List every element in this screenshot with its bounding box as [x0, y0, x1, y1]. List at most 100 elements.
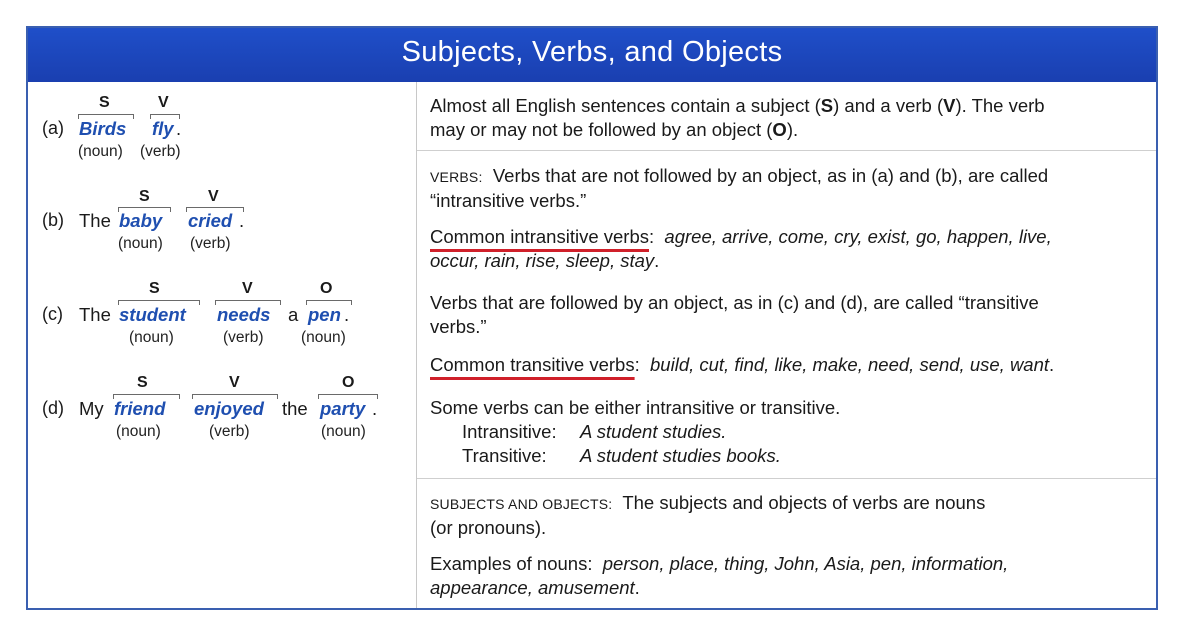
intransitive-example-label: Intransitive:	[462, 421, 557, 442]
subject-symbol: S	[820, 95, 834, 116]
column-divider	[416, 82, 417, 608]
verb-word: fly	[152, 118, 174, 139]
determiner: The	[79, 210, 111, 231]
transitive-label: Common transitive verbs	[430, 354, 635, 375]
chart-title: Subjects, Verbs, and Objects	[401, 36, 783, 68]
verb-word: enjoyed	[194, 398, 264, 419]
subject-tag: S	[149, 280, 160, 297]
subject-word: friend	[114, 398, 166, 419]
intro-part: ).	[786, 119, 799, 140]
either-section: Some verbs can be either intransitive or…	[430, 396, 1150, 468]
intransitive-line-1: Common intransitive verbs: agree, arrive…	[430, 225, 1150, 249]
verbs-line-1: VERBS: Verbs that are not followed by an…	[430, 164, 1150, 189]
subject-word: baby	[119, 210, 163, 231]
verb-word: needs	[217, 304, 271, 325]
transitive-example-row: Transitive: A student studies books.	[430, 444, 1150, 468]
transitive-text-2: verbs.”	[430, 316, 487, 337]
chart-header: Subjects, Verbs, and Objects	[28, 28, 1156, 82]
colon: :	[634, 354, 640, 375]
intransitive-line-2: occur, rain, rise, sleep, stay.	[430, 249, 1150, 273]
so-text-2: (or pronouns).	[430, 517, 547, 538]
period: .	[634, 577, 640, 598]
noun-label: (noun)	[116, 423, 161, 440]
intro-part: may or may not be followed by an object …	[430, 119, 773, 140]
so-heading: SUBJECTS AND OBJECTS:	[430, 496, 613, 512]
section-divider-2	[417, 478, 1156, 479]
intro-part: Almost all English sentences contain a s…	[430, 95, 821, 116]
intro-part: ) and a verb (	[833, 95, 944, 116]
transitive-verbs: build, cut, find, like, make, need, send…	[650, 354, 1050, 375]
either-text: Some verbs can be either intransitive or…	[430, 397, 841, 418]
noun-label: (noun)	[129, 329, 174, 346]
verb-symbol: V	[943, 95, 956, 116]
transitive-example-label: Transitive:	[462, 445, 547, 466]
example-label: (d)	[42, 398, 64, 418]
intro-line-2: may or may not be followed by an object …	[430, 118, 1150, 142]
verb-label: (verb)	[209, 423, 250, 440]
determiner: My	[79, 398, 104, 419]
transitive-text-1: Verbs that are followed by an object, as…	[430, 292, 1039, 313]
verbs-text-2: “intransitive verbs.”	[430, 190, 587, 211]
verb-tag: V	[158, 94, 169, 111]
sentence-end: .	[344, 304, 350, 325]
verb-label: (verb)	[190, 235, 231, 252]
verbs-section: VERBS: Verbs that are not followed by an…	[430, 164, 1150, 213]
period: .	[1049, 354, 1055, 375]
verb-tag: V	[229, 374, 240, 391]
intransitive-example: A student studies.	[580, 421, 727, 442]
intransitive-verbs-cont: occur, rain, rise, sleep, stay	[430, 250, 655, 271]
transitive-line: Common transitive verbs: build, cut, fin…	[430, 353, 1150, 377]
object-noun-label: (noun)	[301, 329, 346, 346]
subject-word: Birds	[79, 118, 127, 139]
object-word: pen	[308, 304, 341, 325]
article: a	[288, 304, 299, 325]
verb-tag: V	[208, 188, 219, 205]
nouns-list: person, place, thing, John, Asia, pen, i…	[602, 553, 1009, 574]
subject-word: student	[119, 304, 186, 325]
verbs-text: Verbs that are not followed by an object…	[492, 165, 1049, 186]
transitive-example: A student studies books.	[580, 445, 781, 466]
colon: :	[649, 226, 655, 247]
example-label: (c)	[42, 304, 63, 324]
intransitive-list: Common intransitive verbs: agree, arrive…	[430, 225, 1150, 273]
example-label: (a)	[42, 118, 64, 138]
subject-tag: S	[99, 94, 110, 111]
noun-label: (noun)	[118, 235, 163, 252]
example-label: (b)	[42, 210, 64, 230]
object-tag: O	[342, 374, 355, 391]
sentence-end: .	[239, 210, 245, 231]
intransitive-verbs: agree, arrive, come, cry, exist, go, hap…	[664, 226, 1052, 247]
grammar-chart: Subjects, Verbs, and Objects (a) S V Bir…	[26, 26, 1158, 610]
verb-label: (verb)	[223, 329, 264, 346]
subjects-objects-section: SUBJECTS AND OBJECTS: The subjects and o…	[430, 491, 1150, 540]
nouns-label: Examples of nouns:	[430, 553, 593, 574]
subject-tag: S	[139, 188, 150, 205]
transitive-intro: Verbs that are followed by an object, as…	[430, 291, 1150, 339]
object-symbol: O	[772, 119, 787, 140]
intro-line-1: Almost all English sentences contain a s…	[430, 94, 1150, 118]
object-noun-label: (noun)	[321, 423, 366, 440]
subject-tag: S	[137, 374, 148, 391]
noun-label: (noun)	[78, 143, 123, 160]
sentence-end: .	[176, 118, 182, 139]
section-divider-1	[417, 150, 1156, 151]
intransitive-label: Common intransitive verbs	[430, 226, 649, 247]
object-word: party	[320, 398, 366, 419]
verb-tag: V	[242, 280, 253, 297]
transitive-list: Common transitive verbs: build, cut, fin…	[430, 353, 1150, 377]
verbs-heading: VERBS:	[430, 169, 483, 185]
determiner: The	[79, 304, 111, 325]
intro-part: ). The verb	[955, 95, 1045, 116]
intro-text: Almost all English sentences contain a s…	[430, 94, 1150, 142]
verb-word: cried	[188, 210, 233, 231]
sentence-end: .	[372, 398, 378, 419]
period: .	[654, 250, 660, 271]
nouns-line-2: appearance, amusement.	[430, 576, 1150, 600]
nouns-line-1: Examples of nouns: person, place, thing,…	[430, 552, 1150, 576]
verb-label: (verb)	[140, 143, 181, 160]
so-line-1: SUBJECTS AND OBJECTS: The subjects and o…	[430, 491, 1150, 516]
so-text: The subjects and objects of verbs are no…	[622, 492, 986, 513]
nouns-examples: Examples of nouns: person, place, thing,…	[430, 552, 1150, 600]
object-tag: O	[320, 280, 333, 297]
nouns-list-cont: appearance, amusement	[430, 577, 635, 598]
